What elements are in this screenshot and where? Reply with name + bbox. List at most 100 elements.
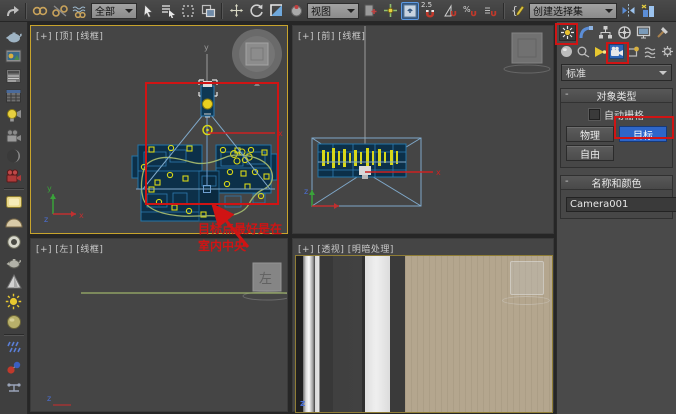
light-lister-icon[interactable]: [3, 106, 25, 125]
chevron-down-icon: [125, 9, 133, 13]
window-crossing-icon[interactable]: [199, 2, 217, 20]
align-icon[interactable]: [639, 2, 657, 20]
space-warps-category-icon[interactable]: [643, 44, 658, 59]
physical-camera-button[interactable]: 物理: [566, 126, 614, 142]
object-name-input[interactable]: [566, 197, 676, 212]
mirror-icon[interactable]: [619, 2, 637, 20]
cone-primitive-icon[interactable]: [3, 272, 25, 291]
name-color-rollout-title: 名称和颜色: [592, 175, 642, 190]
bind-to-space-warp-icon[interactable]: [71, 2, 89, 20]
keyboard-shortcut-override-icon[interactable]: [401, 2, 419, 20]
teapot-primitive-icon[interactable]: [3, 252, 25, 271]
select-and-move-icon[interactable]: [227, 2, 245, 20]
svg-text:y: y: [47, 184, 52, 193]
name-color-rollout-header[interactable]: - 名称和颜色: [561, 176, 672, 190]
object-type-rollout-title: 对象类型: [597, 88, 637, 103]
dome-primitive-icon[interactable]: [3, 212, 25, 231]
object-type-rollout-header[interactable]: - 对象类型: [561, 89, 672, 103]
viewcube-front: [504, 33, 550, 73]
redo-icon[interactable]: [3, 2, 21, 20]
autogrid-checkbox[interactable]: [589, 109, 600, 120]
svg-text:z: z: [44, 215, 48, 224]
viewport-top-label[interactable]: [+] [顶] [线框]: [36, 29, 103, 42]
svg-text:z: z: [47, 394, 51, 403]
viewport-left-label[interactable]: [+] [左] [线框]: [36, 242, 103, 255]
reference-coordinate-system-dropdown[interactable]: 视图: [307, 3, 359, 19]
viewport-front-label[interactable]: [+] [前] [线框]: [298, 29, 365, 42]
select-and-manipulate-icon[interactable]: [381, 2, 399, 20]
percent-snap-icon[interactable]: %: [461, 2, 479, 20]
molecule-icon[interactable]: [3, 358, 25, 377]
object-category-value: 标准: [566, 65, 586, 80]
object-category-dropdown[interactable]: 标准: [561, 64, 672, 81]
modify-tab[interactable]: [578, 24, 595, 41]
left-view-scene: 左 z: [31, 239, 287, 411]
render-setup-icon[interactable]: [3, 46, 25, 65]
box-primitive-icon[interactable]: [3, 192, 25, 211]
snap-toggle-2.5d-icon[interactable]: 2.5: [421, 2, 439, 20]
sphere-primitive-icon[interactable]: [3, 312, 25, 331]
viewport-perspective[interactable]: [+] [透视] [明暗处理] z: [292, 238, 554, 412]
axis-z-label: z: [300, 399, 305, 409]
hierarchy-tab[interactable]: [597, 24, 614, 41]
svg-text:x: x: [278, 129, 283, 138]
viewport-left[interactable]: [+] [左] [线框] 左 z: [30, 238, 288, 412]
helpers-category-icon[interactable]: [626, 44, 641, 59]
rectangular-selection-region-icon[interactable]: [179, 2, 197, 20]
motion-tab[interactable]: [616, 24, 633, 41]
spinner-snap-icon[interactable]: [481, 2, 499, 20]
geometry-category-icon[interactable]: [559, 44, 574, 59]
select-and-place-icon[interactable]: [287, 2, 305, 20]
camera-icon[interactable]: [3, 126, 25, 145]
viewport-top[interactable]: [+] [顶] [线框]: [30, 25, 288, 234]
render-frame-window-icon[interactable]: [3, 66, 25, 85]
shadow-sphere-icon[interactable]: [3, 146, 25, 165]
systems-category-icon[interactable]: [660, 44, 675, 59]
schematic-view-icon[interactable]: [3, 86, 25, 105]
name-color-rollout: - 名称和颜色: [560, 175, 673, 219]
use-pivot-center-icon[interactable]: [361, 2, 379, 20]
snap-mode-label: 2.5: [421, 1, 432, 9]
svg-text:x: x: [436, 168, 441, 177]
axis-tripod: z: [304, 187, 339, 209]
collapse-icon[interactable]: -: [565, 176, 569, 187]
named-selection-sets-dropdown[interactable]: 创建选择集: [529, 3, 617, 19]
render-teapot-icon[interactable]: [3, 26, 25, 45]
angle-snap-icon[interactable]: [441, 2, 459, 20]
perspective-render-view[interactable]: z: [295, 255, 553, 413]
select-and-scale-icon[interactable]: [267, 2, 285, 20]
shapes-category-icon[interactable]: [576, 44, 591, 59]
viewport-front[interactable]: [+] [前] [线框]: [292, 25, 554, 234]
lights-category-icon[interactable]: [593, 44, 608, 59]
utilities-tab[interactable]: [654, 24, 671, 41]
select-and-link-icon[interactable]: [31, 2, 49, 20]
custom-left-toolbar: [0, 22, 28, 414]
viewcube-perspective[interactable]: [510, 261, 544, 295]
axis-y-faint-label: y: [204, 43, 209, 52]
select-and-rotate-icon[interactable]: [247, 2, 265, 20]
video-camera-red-icon[interactable]: [3, 166, 25, 185]
3dsmax-window: 全部 视图: [0, 0, 676, 414]
collapse-icon[interactable]: -: [565, 89, 569, 100]
display-tab[interactable]: [635, 24, 652, 41]
selection-filter-dropdown[interactable]: 全部: [91, 3, 137, 19]
create-tab[interactable]: [559, 24, 576, 41]
ring-primitive-icon[interactable]: [3, 232, 25, 251]
viewport-perspective-label[interactable]: [+] [透视] [明暗处理]: [298, 242, 394, 255]
separator: [221, 3, 223, 19]
select-by-name-icon[interactable]: [159, 2, 177, 20]
unlink-selection-icon[interactable]: [51, 2, 69, 20]
target-camera-button[interactable]: 目标: [619, 126, 667, 142]
free-camera-button[interactable]: 自由: [566, 145, 614, 161]
bone-icon[interactable]: [3, 378, 25, 397]
cameras-category-icon[interactable]: [609, 44, 624, 59]
sun-icon[interactable]: [3, 292, 25, 311]
select-object-icon[interactable]: [139, 2, 157, 20]
particle-rain-icon[interactable]: [3, 338, 25, 357]
axis-tripod: z: [47, 394, 71, 405]
chevron-down-icon: [659, 71, 667, 75]
front-view-scene: x z: [293, 26, 553, 233]
edit-named-selection-sets-icon[interactable]: {: [509, 2, 527, 20]
svg-text:%: %: [463, 5, 471, 14]
autogrid-label: 自动栅格: [604, 107, 644, 122]
